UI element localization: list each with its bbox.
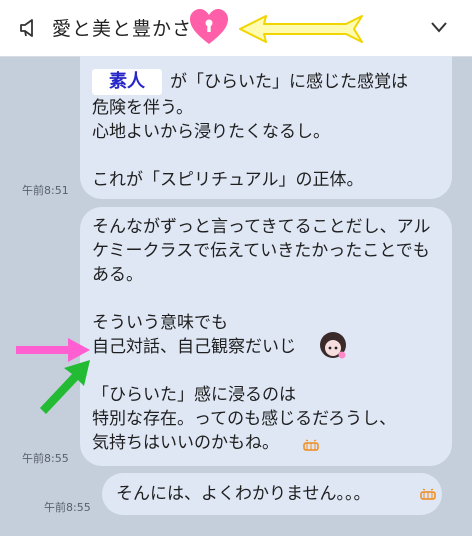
message-text: が「ひらいた」に感じた感覚は: [170, 72, 408, 92]
message-text: そんには、よくわかりません。。。: [116, 484, 371, 504]
girl-emoji-icon: [320, 332, 346, 359]
yellow-arrow-annotation: [239, 15, 363, 43]
chevron-down-icon[interactable]: [428, 16, 450, 38]
message-timestamp: 午前8:55: [44, 501, 91, 514]
message-bubble[interactable]: 素人 が「ひらいた」に感じた感覚は 危険を伴う。 心地よいから浸りたくなるし。 …: [80, 56, 452, 199]
chat-header: 愛と美と豊かさ: [0, 0, 472, 57]
chat-title: 愛と美と豊かさ: [52, 18, 193, 40]
message-timestamp: 午前8:51: [22, 184, 69, 197]
grin-emoji-icon: [303, 439, 319, 451]
green-arrow-annotation: [40, 360, 90, 414]
grin-emoji-icon: [420, 488, 436, 500]
message-text: 危険を伴う。 心地よいから浸りたくなるし。 これが「スピリチュアル」の正体。: [92, 98, 364, 190]
message-timestamp: 午前8:55: [22, 452, 69, 465]
heart-lock-icon: [190, 9, 228, 44]
message-bubble[interactable]: そんには、よくわかりません。。。: [102, 473, 442, 515]
name-badge: 素人: [92, 69, 162, 95]
megaphone-icon[interactable]: [18, 16, 42, 40]
message-bubble[interactable]: そんながずっと言ってきてることだし、アルケミークラスで伝えていきたかったことでも…: [80, 207, 452, 466]
message-text: そんながずっと言ってきてることだし、アルケミークラスで伝えていきたかったことでも…: [92, 217, 431, 453]
